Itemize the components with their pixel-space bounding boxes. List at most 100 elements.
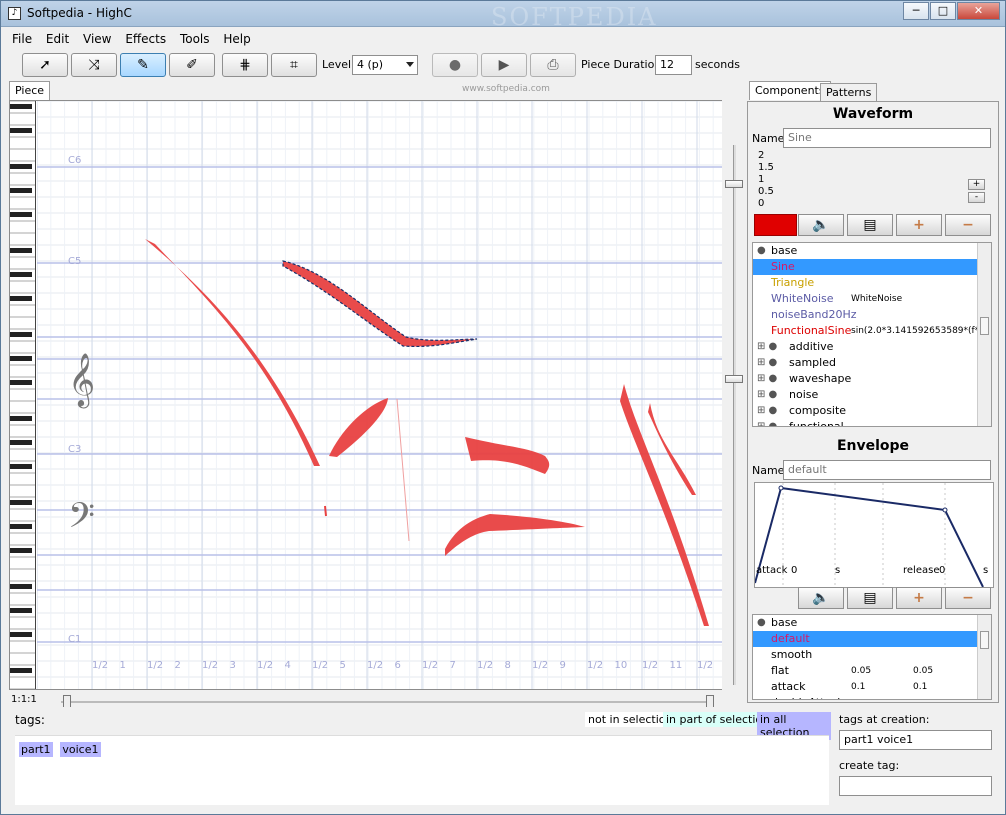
- pen-tool-button[interactable]: ✐: [169, 53, 215, 77]
- waveform-list-label: WhiteNoise: [771, 292, 834, 305]
- svg-text:8: 8: [505, 660, 511, 671]
- slider-thumb[interactable]: [725, 375, 743, 383]
- waveform-preview: WhiteNoise: [851, 294, 903, 304]
- tree-node-icon: ⊞ ●: [757, 373, 778, 384]
- tags-label: tags:: [15, 713, 45, 727]
- position-label: 1:1:1: [11, 694, 37, 705]
- waveform-list-label: Triangle: [771, 276, 815, 289]
- svg-text:7: 7: [450, 660, 456, 671]
- menu-file[interactable]: File: [7, 28, 37, 50]
- menu-view[interactable]: View: [78, 28, 116, 50]
- multi-select-tool-button[interactable]: ⤨: [71, 53, 117, 77]
- svg-text:C5: C5: [68, 256, 81, 267]
- waveform-list-item[interactable]: noiseBand20Hz: [753, 307, 991, 323]
- vertical-zoom-slider[interactable]: [722, 100, 746, 690]
- tab-components[interactable]: Components: [749, 81, 831, 100]
- toolbar: ➚ ⤨ ✎ ✐ ⋕ ⌗ Level: 4 (p) ● ▶ ⎙ www.softp…: [1, 50, 1005, 94]
- waveform-list-item[interactable]: ⊞ ● functional: [753, 419, 991, 426]
- waveform-list-item[interactable]: Sine: [753, 259, 991, 275]
- piece-duration-input[interactable]: 12: [655, 55, 692, 75]
- waveform-add-button[interactable]: +: [896, 214, 942, 236]
- envelope-list-scrollbar[interactable]: [977, 615, 991, 699]
- stop-button[interactable]: ●: [432, 53, 478, 77]
- menu-effects[interactable]: Effects: [120, 28, 171, 50]
- tree-node-icon: ⊞ ●: [757, 357, 778, 368]
- waveform-list-item[interactable]: ● base: [753, 243, 991, 259]
- waveform-remove-button[interactable]: −: [945, 214, 991, 236]
- envelope-list-item[interactable]: default: [753, 631, 991, 647]
- envelope-list[interactable]: ● base default smooth flat 0.05 0.05 attack 0.1 0…: [752, 614, 992, 700]
- envelope-list-item[interactable]: flat 0.05 0.05: [753, 663, 991, 679]
- speaker-icon: 🔈: [812, 590, 830, 606]
- svg-text:11: 11: [670, 660, 683, 671]
- waveform-list-label: noiseBand20Hz: [771, 308, 857, 321]
- tag-part1[interactable]: part1: [19, 742, 53, 757]
- axis-label-0-5: 0.5: [758, 186, 774, 197]
- close-button[interactable]: ✕: [957, 2, 1000, 20]
- envelope-add-button[interactable]: +: [896, 587, 942, 609]
- envelope-list-label: doubleAttack: [771, 695, 844, 699]
- waveform-list-item[interactable]: ⊞ ● noise: [753, 387, 991, 403]
- envelope-name-input[interactable]: default: [783, 460, 991, 480]
- align-tool-button[interactable]: ⋕: [222, 53, 268, 77]
- envelope-list-item[interactable]: doubleAttack: [753, 695, 991, 699]
- slider-thumb[interactable]: [725, 180, 743, 188]
- tag-voice1[interactable]: voice1: [60, 742, 101, 757]
- envelope-list-item[interactable]: ● base: [753, 615, 991, 631]
- axis-label-1: 1: [758, 174, 765, 185]
- envelope-remove-button[interactable]: −: [945, 587, 991, 609]
- svg-text:1/2: 1/2: [642, 660, 658, 671]
- waveform-list-label: Sine: [771, 260, 795, 273]
- minimize-button[interactable]: ─: [903, 2, 929, 20]
- waveform-list-item[interactable]: Triangle: [753, 275, 991, 291]
- level-select[interactable]: 4 (p): [352, 55, 418, 75]
- svg-text:1/2: 1/2: [202, 660, 218, 671]
- waveform-list[interactable]: ● base Sine Triangle WhiteNoise WhiteNoise noi…: [752, 242, 992, 427]
- tree-node-icon: ⊞ ●: [757, 405, 778, 416]
- maximize-button[interactable]: □: [930, 2, 956, 20]
- waveform-edit-button[interactable]: ▤: [847, 214, 893, 236]
- menu-tools[interactable]: Tools: [175, 28, 215, 50]
- svg-text:1/2: 1/2: [532, 660, 548, 671]
- waveform-list-item[interactable]: WhiteNoise WhiteNoise: [753, 291, 991, 307]
- waveform-name-input[interactable]: Sine: [783, 128, 991, 148]
- waveform-list-item[interactable]: ⊞ ● composite: [753, 403, 991, 419]
- piano-keyboard[interactable]: [10, 101, 36, 690]
- envelope-list-item[interactable]: smooth: [753, 647, 991, 663]
- tags-at-creation-input[interactable]: part1 voice1: [839, 730, 992, 750]
- release-value: 0: [939, 565, 946, 576]
- play-button[interactable]: ▶: [481, 53, 527, 77]
- zoom-in-button[interactable]: +: [968, 179, 985, 190]
- tab-piece[interactable]: Piece: [9, 81, 51, 100]
- select-tool-button[interactable]: ➚: [22, 53, 68, 77]
- envelope-graph[interactable]: attack 0 s release 0 s: [754, 482, 994, 588]
- waveform-list-item[interactable]: ⊞ ● waveshape: [753, 371, 991, 387]
- envelope-list-label: attack: [771, 680, 806, 693]
- waveform-list-scrollbar[interactable]: [977, 243, 991, 426]
- note-grid[interactable]: C6 C5 C3 C1 𝄞 𝄢 1/2 1 1/2 2 1/2 3 1/2 4 1/2 5 1/2 6 1/2 7 1/…: [37, 101, 729, 690]
- waveform-list-item[interactable]: ⊞ ● sampled: [753, 355, 991, 371]
- axis-label-0: 0: [758, 198, 765, 209]
- menu-help[interactable]: Help: [218, 28, 255, 50]
- grid-icon: ⌗: [290, 57, 298, 73]
- waveform-list-item[interactable]: FunctionalSine sin(2.0*3.141592653589*(f*…: [753, 323, 991, 339]
- brush-tool-button[interactable]: ✎: [120, 53, 166, 77]
- envelope-edit-button[interactable]: ▤: [847, 587, 893, 609]
- svg-text:2: 2: [175, 660, 181, 671]
- waveform-sound-button[interactable]: 🔈: [798, 214, 844, 236]
- release-label: release: [903, 565, 940, 576]
- menu-edit[interactable]: Edit: [41, 28, 74, 50]
- export-button[interactable]: ⎙: [530, 53, 576, 77]
- tags-list[interactable]: part1 voice1: [15, 735, 829, 805]
- piece-score[interactable]: C6 C5 C3 C1 𝄞 𝄢 1/2 1 1/2 2 1/2 3 1/2 4 1/2 5 1/2 6 1/2 7 1/…: [9, 100, 729, 690]
- tab-patterns[interactable]: Patterns: [820, 83, 878, 102]
- zoom-out-button[interactable]: -: [968, 192, 985, 203]
- create-tag-input[interactable]: [839, 776, 992, 796]
- waveform-list-item[interactable]: ⊞ ● additive: [753, 339, 991, 355]
- envelope-sound-button[interactable]: 🔈: [798, 587, 844, 609]
- pen-icon: ✐: [186, 57, 198, 73]
- grid-tool-button[interactable]: ⌗: [271, 53, 317, 77]
- axis-label-1-5: 1.5: [758, 162, 774, 173]
- envelope-list-item[interactable]: attack 0.1 0.1: [753, 679, 991, 695]
- color-swatch-button[interactable]: [754, 214, 797, 236]
